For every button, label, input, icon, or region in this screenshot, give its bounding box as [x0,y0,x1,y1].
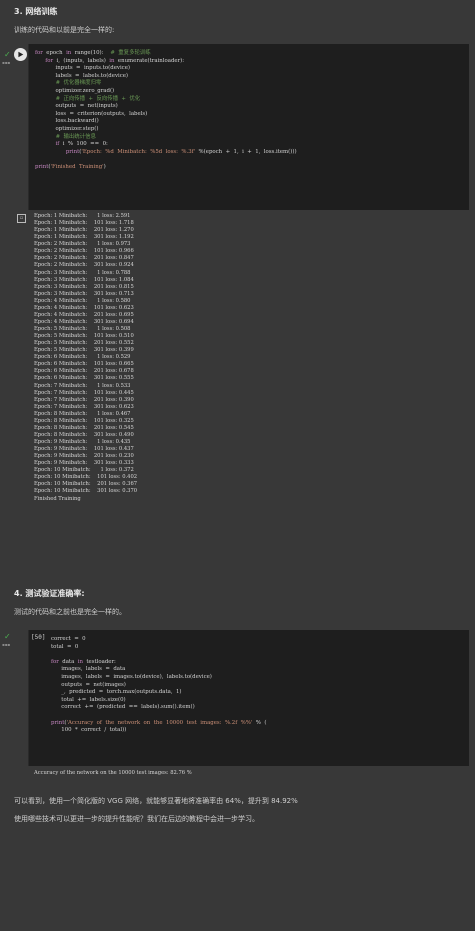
output-line: Finished Training [34,495,81,502]
output-line: Epoch: 2 Minibatch: 301 loss: 0.924 [34,262,134,269]
play-icon [18,51,24,58]
output-line: Epoch: 1 Minibatch: 301 loss: 1.192 [34,234,134,241]
markdown-section-3: 3. 网络训练 训练的代码和以前是完全一样的: [14,6,465,35]
output-text: Accuracy of the network on the 10000 tes… [34,770,192,776]
code-line: images, labels = data [51,666,126,673]
code-line: print('Accuracy of the network on the 10… [51,719,267,726]
output-line: Epoch: 3 Minibatch: 201 loss: 0.815 [34,283,134,290]
paragraph-result: 可以看到，使用一个简化版的 VGG 网络，就能够显著地将准确率由 64%，提升到… [14,797,298,805]
output-line: Epoch: 7 Minibatch: 201 loss: 0.390 [34,396,134,403]
code-line: _, predicted = torch.max(outputs.data, 1… [51,689,182,696]
code-line: 100 * correct / total)) [51,727,127,734]
code-cell-training[interactable]: ✓ ▪▪▪ for epoch in range(10): # 重复多轮训练 f… [0,44,475,210]
code-line: loss = criterion(outputs, labels) [35,110,148,117]
output-line: Epoch: 10 Minibatch: 201 loss: 0.367 [34,481,138,488]
output-line: Epoch: 5 Minibatch: 101 loss: 0.510 [34,333,134,340]
output-icon[interactable]: ▫ [17,214,26,223]
output-line: Epoch: 4 Minibatch: 101 loss: 0.623 [34,304,134,311]
code-line: # 优化器梯度归零 [55,80,102,87]
output-line: Epoch: 7 Minibatch: 301 loss: 0.623 [34,403,134,410]
code-line: optimizer.step() [35,125,99,132]
output-line: Epoch: 6 Minibatch: 201 loss: 0.678 [34,368,134,375]
code-editor[interactable]: for epoch in range(10): # 重复多轮训练 for i, … [28,44,469,210]
output-line: Epoch: 2 Minibatch: 201 loss: 0.847 [34,255,134,262]
output-line: Epoch: 8 Minibatch: 201 loss: 0.545 [34,424,134,431]
output-line: Epoch: 10 Minibatch: 101 loss: 0.402 [34,474,138,481]
section-description: 测试的代码和之前也是完全一样的。 [14,608,126,616]
cell-gutter: ✓ ▪▪▪ [0,630,28,766]
output-line: Epoch: 10 Minibatch: 1 loss: 0.372 [34,467,134,474]
output-line: Epoch: 3 Minibatch: 1 loss: 0.788 [34,269,131,276]
code-line: correct = 0 [51,636,86,642]
output-line: Epoch: 10 Minibatch: 301 loss: 0.370 [34,488,138,495]
output-line: Epoch: 4 Minibatch: 201 loss: 0.695 [34,311,134,318]
output-line: Epoch: 2 Minibatch: 101 loss: 0.966 [34,248,134,255]
code-line: for data in testloader: [51,658,116,665]
output-line: Epoch: 4 Minibatch: 1 loss: 0.580 [34,297,131,304]
section-description: 训练的代码和以前是完全一样的: [14,26,115,34]
code-line: images, labels = images.to(device), labe… [51,673,212,680]
code-line: print('Epoch: %d Minibatch: %5d loss: %.… [65,148,297,155]
code-line: inputs = inputs.to(device) [35,65,130,72]
output-line: Epoch: 9 Minibatch: 201 loss: 0.230 [34,453,134,460]
exec-count: [50] [31,634,46,641]
code-line: print('Finished Training') [35,163,106,170]
output-line: Epoch: 7 Minibatch: 1 loss: 0.533 [34,382,131,389]
output-line: Epoch: 9 Minibatch: 1 loss: 0.435 [34,439,131,445]
output-line: Epoch: 6 Minibatch: 301 loss: 0.555 [34,375,134,382]
section-heading: 4. 测试验证准确率: [14,589,85,598]
output-line: Epoch: 9 Minibatch: 101 loss: 0.437 [34,446,134,453]
cell-gutter: ✓ ▪▪▪ [0,44,28,210]
exec-time-label: ▪▪▪ [2,60,11,65]
output-line: Epoch: 1 Minibatch: 201 loss: 1.270 [34,227,134,234]
output-text: Epoch: 1 Minibatch: 1 loss: 2.591 Epoch: … [34,213,469,503]
code-line: loss.backward() [35,118,99,125]
output-line: Epoch: 7 Minibatch: 101 loss: 0.445 [34,389,134,396]
markdown-section-4: 4. 测试验证准确率: 测试的代码和之前也是完全一样的。 [14,588,465,617]
code-cell-test[interactable]: ✓ ▪▪▪ [50] correct = 0 total = 0 for data… [0,630,475,766]
paragraph-next: 使用哪些技术可以更进一步的提升性能呢？我们在后边的教程中会进一步学习。 [14,815,259,823]
output-line: Epoch: 5 Minibatch: 1 loss: 0.508 [34,326,131,332]
exec-time-label: ▪▪▪ [2,642,11,647]
cell-output-training: ▫ Epoch: 1 Minibatch: 1 loss: 2.591 Epoch… [0,212,475,577]
run-cell-button[interactable] [14,48,27,61]
output-line: Epoch: 2 Minibatch: 1 loss: 0.973 [34,241,131,248]
markdown-closing: 可以看到，使用一个简化版的 VGG 网络，就能够显著地将准确率由 64%，提升到… [14,796,465,824]
output-line: Epoch: 5 Minibatch: 301 loss: 0.399 [34,347,134,354]
code-line: # 输出统计信息 [55,133,96,140]
output-line: Epoch: 6 Minibatch: 101 loss: 0.665 [34,361,134,368]
check-icon: ✓ [4,632,11,641]
section-heading: 3. 网络训练 [14,7,58,16]
code-line: optimizer.zero_grad() [35,87,115,94]
output-line: Epoch: 5 Minibatch: 201 loss: 0.552 [34,340,134,347]
code-line: for epoch in range(10): # 重复多轮训练 [35,50,151,56]
output-line: Epoch: 1 Minibatch: 101 loss: 1.718 [34,220,134,227]
output-line: Epoch: 8 Minibatch: 1 loss: 0.467 [34,410,131,417]
output-line: Epoch: 8 Minibatch: 301 loss: 0.490 [34,431,134,438]
output-line: Epoch: 1 Minibatch: 1 loss: 2.591 [34,213,131,219]
code-block[interactable]: for epoch in range(10): # 重复多轮训练 for i, … [29,44,469,178]
code-line: correct += (predicted == labels).sum().i… [51,704,195,711]
output-line: Epoch: 3 Minibatch: 301 loss: 0.713 [34,290,134,297]
code-line: if i % 100 == 0: [55,141,108,148]
code-line: outputs = net(inputs) [35,103,118,110]
check-icon: ✓ [4,50,11,59]
code-editor[interactable]: [50] correct = 0 total = 0 for data in te… [28,630,469,766]
output-line: Epoch: 9 Minibatch: 301 loss: 0.333 [34,460,134,467]
output-line: Epoch: 3 Minibatch: 101 loss: 1.084 [34,276,134,283]
output-line: Epoch: 6 Minibatch: 1 loss: 0.529 [34,354,131,361]
cell-output-test: Accuracy of the network on the 10000 tes… [0,768,475,782]
output-line: Epoch: 4 Minibatch: 301 loss: 0.694 [34,318,134,325]
code-line: total = 0 [51,643,79,650]
output-line: Epoch: 8 Minibatch: 101 loss: 0.325 [34,417,134,424]
code-block[interactable]: correct = 0 total = 0 for data in testloa… [29,630,469,741]
